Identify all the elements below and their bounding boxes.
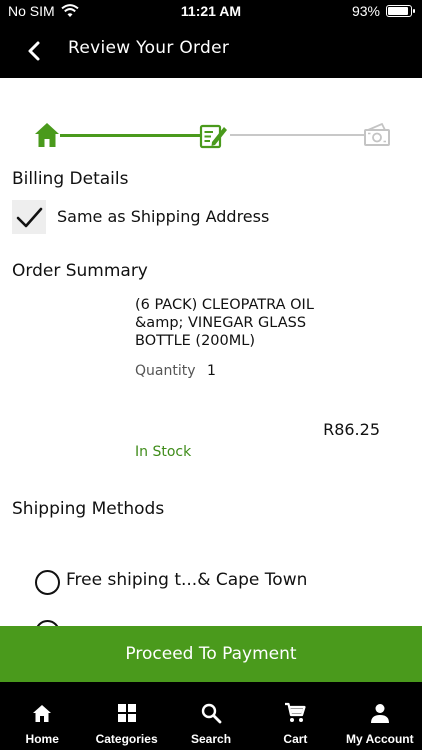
tab-cart-label: Cart [283,732,308,746]
same-as-shipping-checkbox[interactable] [12,200,46,234]
battery-icon [386,5,415,17]
grid-icon [117,704,136,722]
stock-status: In Stock [135,444,192,460]
product-price: R86.25 [323,420,380,439]
home-icon [33,705,52,722]
bottom-tab-bar: Home Categories Search Cart My Account [0,682,422,750]
status-right: 93% [351,3,415,19]
tab-search-label: Search [191,732,232,746]
stepper-line-completed [60,134,200,137]
battery-fill [388,7,408,15]
tab-cart[interactable]: Cart [253,682,337,750]
battery-percent: 93% [351,3,380,19]
account-icon [370,704,389,723]
proceed-to-payment-button[interactable]: Proceed To Payment [0,626,422,682]
shipping-methods-title: Shipping Methods [12,499,165,519]
tab-my-account[interactable]: My Account [338,682,422,750]
stepper-line-pending [230,134,366,136]
billing-details-title: Billing Details [12,169,129,189]
product-name: (6 PACK) CLEOPATRA OIL &amp; VINEGAR GLA… [135,297,314,349]
tab-home-label: Home [25,732,59,746]
tab-my-account-label: My Account [346,732,414,746]
tab-search[interactable]: Search [169,682,253,750]
shipping-option-radio[interactable] [35,570,60,595]
shipping-option-label[interactable]: Free shiping t...& Cape Town [66,570,307,590]
chevron-left-icon[interactable] [22,38,48,64]
payment-icon [364,122,390,146]
same-as-shipping-label[interactable]: Same as Shipping Address [57,207,269,226]
page-title: Review Your Order [68,38,230,58]
search-icon [201,703,222,724]
order-summary-title: Order Summary [12,261,148,281]
checkmark-icon [16,207,43,228]
status-bar: No SIM 11:21 AM 93% [0,0,422,24]
quantity-value: 1 [207,363,216,379]
tab-categories[interactable]: Categories [84,682,168,750]
checkout-stepper [32,120,392,150]
nav-header: Review Your Order [0,24,422,78]
home-icon [35,123,59,147]
cart-icon [285,702,307,722]
tab-categories-label: Categories [95,732,158,746]
tab-home[interactable]: Home [0,682,84,750]
quantity-label: Quantity [135,363,196,379]
edit-document-icon [199,124,227,149]
